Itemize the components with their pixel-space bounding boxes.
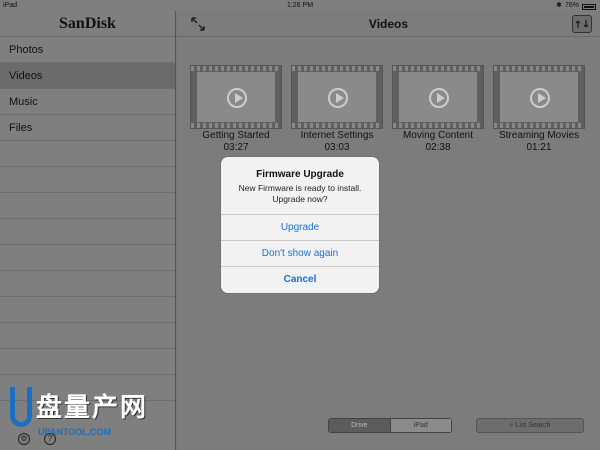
video-item[interactable]: Internet Settings 03:03 xyxy=(291,65,383,154)
play-icon xyxy=(429,88,449,108)
app-logo: SanDisk xyxy=(0,11,175,37)
battery-icon xyxy=(582,3,596,10)
page-title: Videos xyxy=(368,17,409,31)
sidebar-empty-row xyxy=(0,219,175,245)
video-thumbnail[interactable] xyxy=(291,65,383,129)
firmware-upgrade-dialog: Firmware Upgrade New Firmware is ready t… xyxy=(221,157,379,293)
sidebar-empty-row xyxy=(0,193,175,219)
video-title: Moving Content xyxy=(402,130,474,141)
video-duration: 03:03 xyxy=(324,142,350,153)
watermark: 盘量产网 UPANTOOL.COM xyxy=(10,387,180,447)
play-icon xyxy=(328,88,348,108)
play-icon xyxy=(530,88,550,108)
sidebar: SanDisk Photos Videos Music Files ⚙ ? xyxy=(0,11,176,450)
video-duration: 01:21 xyxy=(526,142,552,153)
source-segmented-control: Drive iPad xyxy=(328,418,452,433)
dialog-message: New Firmware is ready to install. Upgrad… xyxy=(221,183,379,205)
video-thumbnail[interactable] xyxy=(392,65,484,129)
sidebar-item-videos[interactable]: Videos xyxy=(0,63,175,89)
watermark-logo xyxy=(10,387,32,427)
video-title: Internet Settings xyxy=(300,130,374,141)
sidebar-empty-row xyxy=(0,245,175,271)
bluetooth-icon: ✱ xyxy=(556,2,562,9)
sidebar-empty-row xyxy=(0,167,175,193)
watermark-url: UPANTOOL.COM xyxy=(38,427,112,437)
list-search-button[interactable]: ⌕ List Search xyxy=(476,418,584,433)
video-duration: 02:38 xyxy=(425,142,451,153)
video-duration: 03:27 xyxy=(223,142,249,153)
watermark-text: 盘量产网 xyxy=(36,392,149,422)
sidebar-empty-row xyxy=(0,141,175,167)
status-right: ✱ 76% xyxy=(556,0,596,11)
dont-show-again-button[interactable]: Don't show again xyxy=(221,240,379,266)
video-title: Streaming Movies xyxy=(498,130,580,141)
navbar: Videos xyxy=(177,11,600,37)
upload-arrows-icon xyxy=(575,20,589,28)
dialog-title: Firmware Upgrade xyxy=(256,169,344,180)
sidebar-item-photos[interactable]: Photos xyxy=(0,37,175,63)
sidebar-empty-row xyxy=(0,271,175,297)
video-thumbnail[interactable] xyxy=(493,65,585,129)
play-icon xyxy=(227,88,247,108)
sidebar-empty-row xyxy=(0,349,175,375)
battery-percent: 76% xyxy=(564,2,579,9)
upload-icon[interactable] xyxy=(572,15,592,33)
video-item[interactable]: Getting Started 03:27 xyxy=(190,65,282,154)
list-search-label: List Search xyxy=(515,422,551,429)
dialog-message-line1: New Firmware is ready to install. xyxy=(238,183,362,193)
sidebar-item-files[interactable]: Files xyxy=(0,115,175,141)
status-bar: iPad 1:26 PM ✱ 76% xyxy=(0,0,600,11)
segment-ipad[interactable]: iPad xyxy=(389,419,451,432)
video-thumbnail[interactable] xyxy=(190,65,282,129)
segment-drive[interactable]: Drive xyxy=(329,419,390,432)
sidebar-empty-row xyxy=(0,323,175,349)
video-title: Getting Started xyxy=(202,130,270,141)
status-time: 1:26 PM xyxy=(286,2,314,9)
cancel-button[interactable]: Cancel xyxy=(221,266,379,292)
video-item[interactable]: Moving Content 02:38 xyxy=(392,65,484,154)
video-item[interactable]: Streaming Movies 01:21 xyxy=(493,65,585,154)
dialog-message-line2: Upgrade now? xyxy=(272,194,328,204)
upgrade-button[interactable]: Upgrade xyxy=(221,214,379,240)
sidebar-item-music[interactable]: Music xyxy=(0,89,175,115)
sidebar-empty-row xyxy=(0,297,175,323)
